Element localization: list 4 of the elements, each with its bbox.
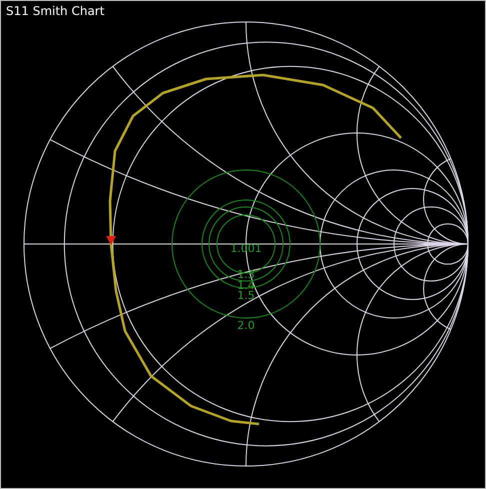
chart-title: S11 Smith Chart bbox=[6, 4, 104, 18]
marker-icon[interactable] bbox=[106, 236, 116, 245]
vswr-label: 2.0 bbox=[237, 319, 255, 332]
vswr-label: 1.5 bbox=[237, 289, 255, 302]
